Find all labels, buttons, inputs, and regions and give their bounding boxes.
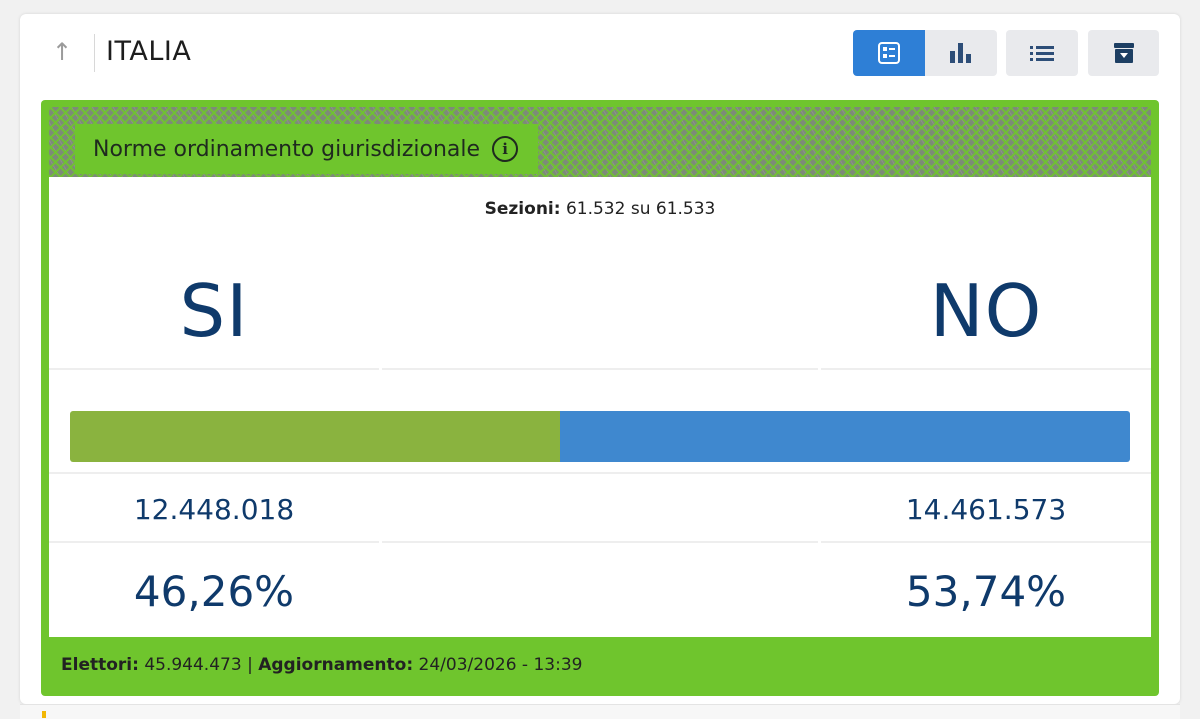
result-bar <box>70 411 1130 462</box>
results-panel: Sezioni: 61.532 su 61.533 SI NO 12.448.0… <box>49 177 1151 637</box>
card-header: ↑ ITALIA <box>20 14 1180 94</box>
archive-download-icon <box>1113 43 1134 63</box>
archive-download-button[interactable] <box>1088 30 1159 76</box>
summary-view-button[interactable] <box>853 30 925 76</box>
si-percent: 46,26% <box>133 567 295 616</box>
no-label: NO <box>929 269 1043 353</box>
header-divider <box>94 34 95 72</box>
sezioni-value: 61.532 su 61.533 <box>565 199 716 219</box>
list-view-button[interactable] <box>1006 30 1078 76</box>
aggiornamento-label: Aggiornamento: <box>258 655 414 675</box>
sezioni-count: Sezioni: 61.532 su 61.533 <box>49 199 1151 219</box>
divider <box>49 541 379 543</box>
page-title: ITALIA <box>106 36 192 67</box>
no-bar-segment <box>560 411 1130 462</box>
list-icon <box>1030 46 1054 61</box>
no-percent: 53,74% <box>905 567 1067 616</box>
next-card-edge <box>20 704 1180 719</box>
results-card: ↑ ITALIA Norme ordinamento giurisdiziona… <box>20 14 1180 704</box>
divider <box>821 368 1151 370</box>
bar-chart-button[interactable] <box>925 30 997 76</box>
next-card-marker <box>42 711 46 718</box>
question-title: Norme ordinamento giurisdizionale <box>93 136 481 162</box>
divider <box>382 368 818 370</box>
bar-chart-icon <box>950 43 971 63</box>
divider <box>49 472 1151 474</box>
summary-view-icon <box>878 42 900 64</box>
referendum-result-box: Norme ordinamento giurisdizionale i Sezi… <box>41 100 1159 696</box>
footer-separator: | <box>247 655 253 675</box>
si-label: SI <box>179 269 249 353</box>
elettori-label: Elettori: <box>61 655 139 675</box>
aggiornamento-value: 24/03/2026 - 13:39 <box>418 655 583 675</box>
question-header: Norme ordinamento giurisdizionale i <box>49 107 1151 177</box>
si-votes: 12.448.018 <box>133 493 295 526</box>
si-bar-segment <box>70 411 561 462</box>
footer-info: Elettori: 45.944.473 | Aggiornamento: 24… <box>61 652 582 678</box>
divider <box>382 541 818 543</box>
divider <box>49 368 379 370</box>
no-votes: 14.461.573 <box>905 493 1067 526</box>
elettori-value: 45.944.473 <box>144 655 242 675</box>
info-icon[interactable]: i <box>492 136 519 162</box>
arrow-up-icon[interactable]: ↑ <box>50 38 74 66</box>
question-label: Norme ordinamento giurisdizionale i <box>75 124 539 174</box>
divider <box>821 541 1151 543</box>
sezioni-label: Sezioni: <box>484 199 561 219</box>
